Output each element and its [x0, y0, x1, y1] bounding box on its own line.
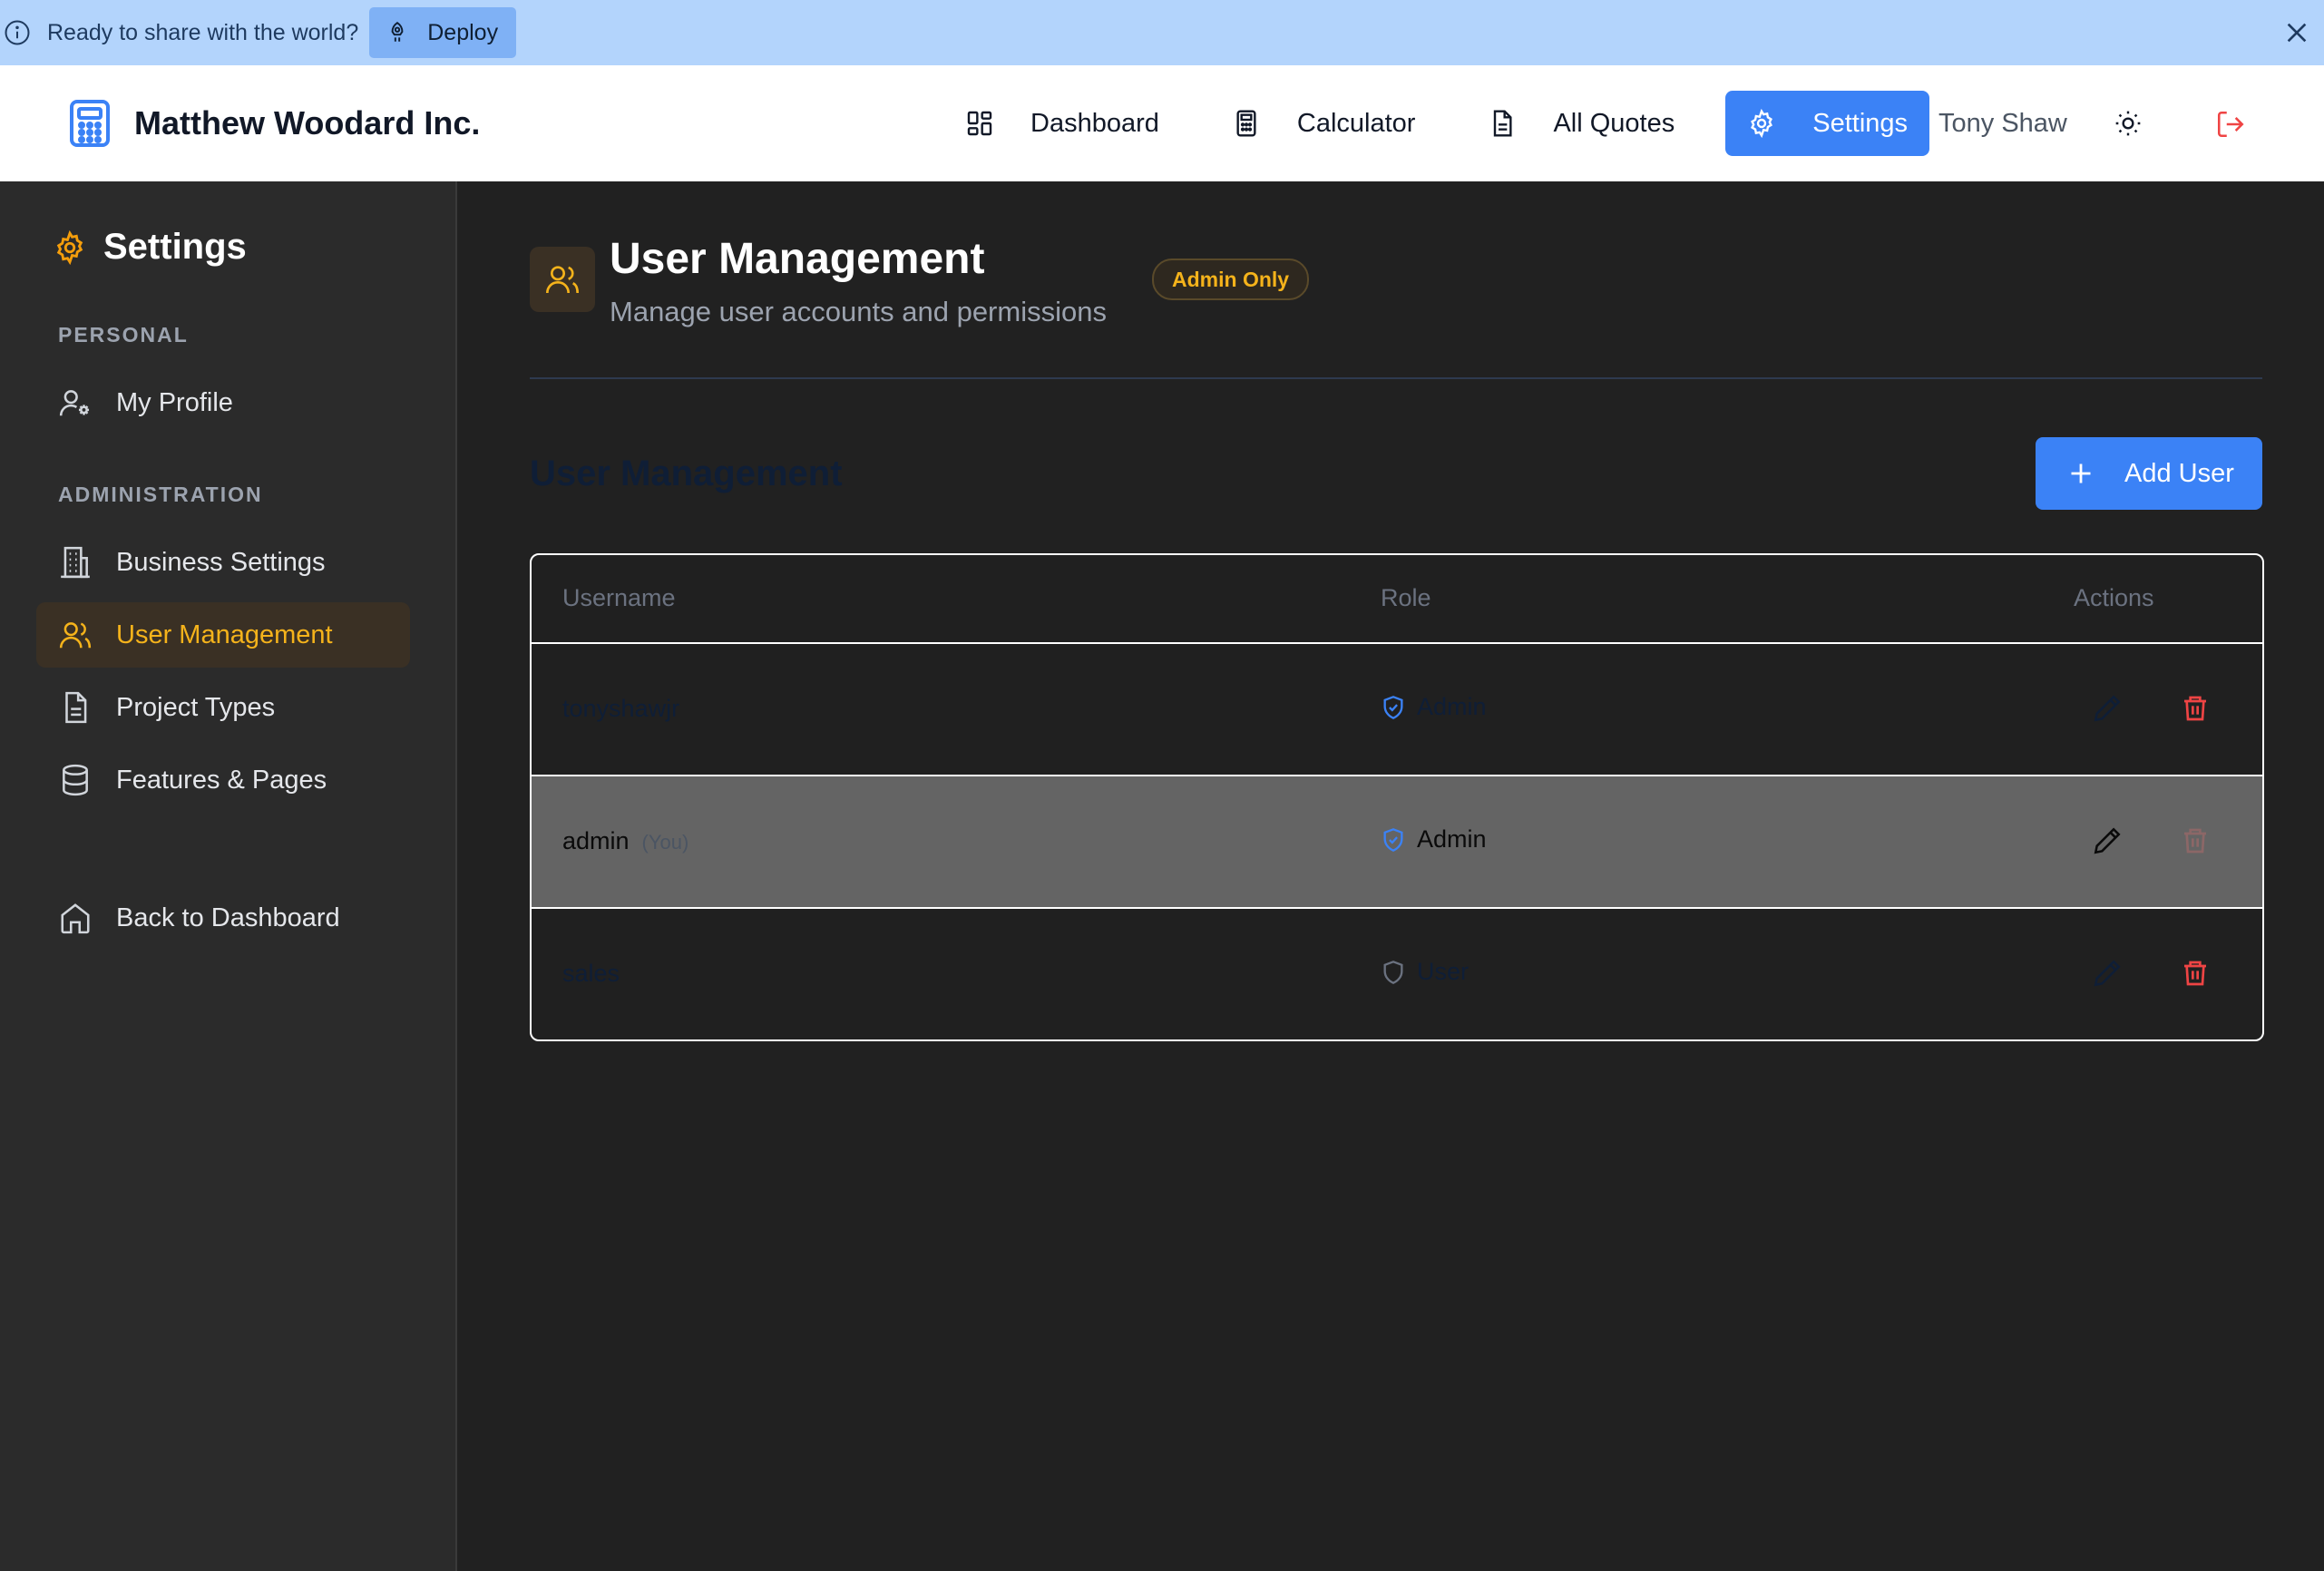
main-nav: Dashboard Calculator All Quotes Settings — [943, 65, 1930, 181]
building-icon — [58, 545, 93, 580]
user-gear-icon — [58, 385, 93, 420]
role-cell: Admin — [1381, 825, 1487, 854]
trash-icon[interactable] — [2181, 693, 2210, 724]
table-row: admin (You) Admin — [532, 776, 2262, 909]
sidebar-item-label: Features & Pages — [116, 765, 327, 795]
sidebar-item-label: My Profile — [116, 387, 233, 417]
sidebar-title: Settings — [36, 227, 247, 268]
table-row: sales User — [532, 909, 2262, 1039]
current-user-name[interactable]: Tony Shaw — [1938, 109, 2067, 139]
sun-icon[interactable] — [2114, 109, 2143, 138]
deploy-label: Deploy — [427, 19, 499, 45]
page-subtitle: Manage user accounts and permissions — [610, 296, 1107, 327]
deploy-button[interactable]: Deploy — [369, 7, 517, 58]
nav-all-quotes-label: All Quotes — [1553, 108, 1675, 138]
logout-icon[interactable] — [2215, 109, 2246, 140]
nav-calculator[interactable]: Calculator — [1210, 91, 1438, 156]
document-icon — [58, 690, 93, 725]
shield-check-icon — [1381, 694, 1406, 721]
calculator-logo-icon — [67, 98, 112, 149]
role-label: Admin — [1417, 693, 1487, 720]
page-icon-box — [530, 247, 595, 312]
shield-check-icon — [1381, 826, 1406, 854]
section-personal: PERSONAL — [58, 323, 189, 346]
you-tag: (You) — [641, 831, 689, 854]
column-header-actions: Actions — [2074, 584, 2154, 611]
username: admin — [562, 827, 630, 854]
back-to-dashboard-link[interactable]: Back to Dashboard — [36, 885, 410, 951]
table-row: tonyshawjr Admin — [532, 644, 2262, 776]
gear-icon — [53, 229, 87, 265]
column-header-role: Role — [1381, 584, 1431, 611]
username-cell: admin (You) — [562, 827, 688, 855]
nav-calculator-label: Calculator — [1296, 108, 1416, 138]
users-table: Username Role Actions tonyshawjr Admin a… — [530, 553, 2264, 1041]
sidebar-item-my-profile[interactable]: My Profile — [36, 370, 410, 435]
section-administration: ADMINISTRATION — [58, 483, 263, 506]
top-header: Matthew Woodard Inc. Dashboard Calculato… — [0, 65, 2324, 181]
column-header-username: Username — [562, 584, 676, 611]
sidebar-title-label: Settings — [103, 227, 247, 267]
trash-icon — [2181, 825, 2210, 856]
username: tonyshawjr — [562, 695, 680, 722]
database-icon — [58, 763, 93, 797]
table-header: Username Role Actions — [532, 555, 2262, 644]
add-user-button[interactable]: Add User — [2036, 437, 2262, 510]
shield-icon — [1381, 959, 1406, 986]
banner-message: Ready to share with the world? — [47, 19, 359, 45]
nav-all-quotes[interactable]: All Quotes — [1466, 91, 1696, 156]
role-label: Admin — [1417, 825, 1487, 853]
role-cell: User — [1381, 958, 1469, 986]
edit-icon[interactable] — [2092, 693, 2123, 724]
close-icon[interactable] — [2282, 18, 2311, 47]
admin-only-badge: Admin Only — [1152, 259, 1310, 300]
gear-icon — [1747, 109, 1776, 138]
sidebar-item-features-pages[interactable]: Features & Pages — [36, 747, 410, 813]
nav-settings[interactable]: Settings — [1725, 91, 1930, 156]
home-icon — [58, 901, 93, 935]
username-cell: sales — [562, 960, 620, 988]
calculator-icon — [1232, 109, 1261, 138]
settings-sidebar: Settings PERSONAL My Profile ADMINISTRAT… — [0, 181, 457, 1571]
dashboard-icon — [965, 109, 994, 138]
sidebar-item-user-management[interactable]: User Management — [36, 602, 410, 668]
edit-icon[interactable] — [2092, 825, 2123, 856]
add-user-label: Add User — [2124, 458, 2234, 488]
back-to-dashboard-label: Back to Dashboard — [116, 903, 340, 932]
sidebar-item-project-types[interactable]: Project Types — [36, 675, 410, 740]
sidebar-item-business-settings[interactable]: Business Settings — [36, 530, 410, 595]
nav-settings-label: Settings — [1812, 108, 1909, 138]
document-icon — [1488, 109, 1517, 138]
trash-icon[interactable] — [2181, 958, 2210, 989]
sidebar-item-label: Business Settings — [116, 547, 326, 577]
users-icon — [58, 618, 93, 652]
deploy-banner: Ready to share with the world? Deploy — [0, 0, 2324, 65]
sidebar-item-label: Project Types — [116, 692, 276, 722]
username: sales — [562, 960, 620, 987]
users-icon — [544, 261, 581, 298]
edit-icon[interactable] — [2092, 958, 2123, 989]
rocket-icon — [386, 21, 409, 44]
info-icon — [4, 19, 31, 46]
role-cell: Admin — [1381, 693, 1487, 721]
nav-dashboard-label: Dashboard — [1030, 108, 1159, 138]
page-title: User Management — [610, 235, 985, 283]
header-divider — [530, 377, 2262, 379]
section-title: User Management — [530, 454, 843, 493]
brand-name: Matthew Woodard Inc. — [134, 104, 481, 141]
nav-dashboard[interactable]: Dashboard — [943, 91, 1181, 156]
sidebar-item-label: User Management — [116, 620, 333, 649]
username-cell: tonyshawjr — [562, 695, 679, 723]
brand[interactable]: Matthew Woodard Inc. — [67, 98, 480, 149]
plus-icon — [2068, 461, 2094, 486]
role-label: User — [1417, 958, 1470, 985]
